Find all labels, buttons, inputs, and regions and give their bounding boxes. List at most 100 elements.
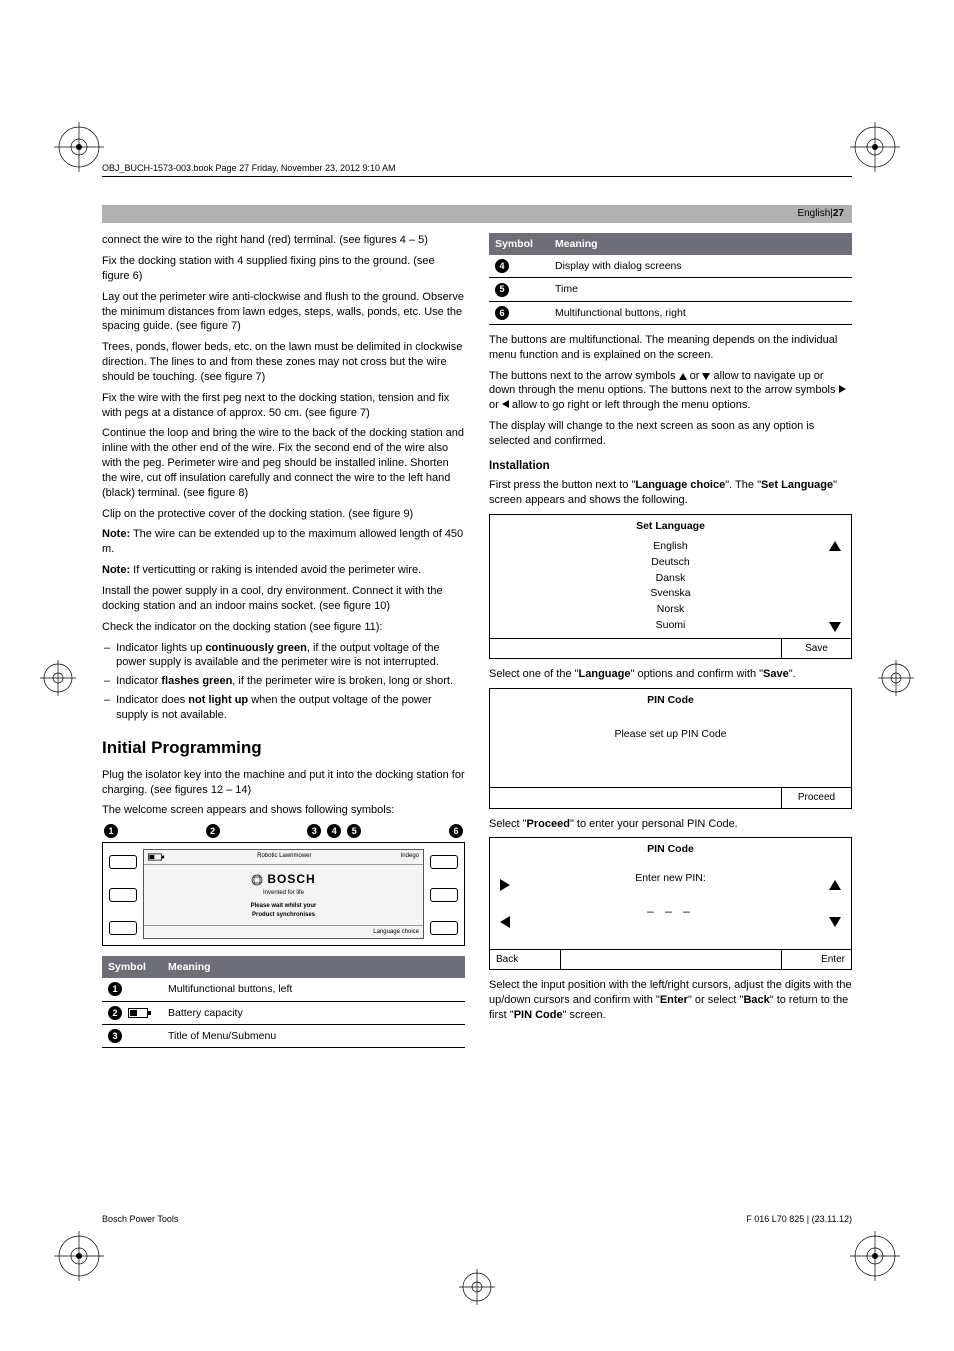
table-row: 5 Time <box>489 278 852 301</box>
brand-name: BOSCH <box>267 871 315 887</box>
callout-2: 2 <box>108 1006 122 1020</box>
crop-mark-br <box>850 1231 900 1281</box>
device-display: Robotic Lawnmower Indego BOSCH Invented … <box>143 849 424 939</box>
dialog-title: PIN Code <box>490 689 851 709</box>
arrow-left-icon <box>500 916 510 928</box>
callout-3: 3 <box>307 824 321 838</box>
crop-mark-tl <box>54 122 104 172</box>
right-column: Symbol Meaning 4 Display with dialog scr… <box>489 233 852 1056</box>
crop-mark-tr <box>850 122 900 172</box>
list-item: – Indicator lights up continuously green… <box>102 641 465 671</box>
list-item: – Indicator flashes green, if the perime… <box>102 674 465 689</box>
subsection-heading: Installation <box>489 459 852 475</box>
body-text: Check the indicator on the docking stati… <box>102 620 465 635</box>
note-text: Note: If verticutting or raking is inten… <box>102 563 465 578</box>
arrow-down-icon <box>829 622 841 632</box>
body-text: Continue the loop and bring the wire to … <box>102 426 465 500</box>
arrow-right-icon <box>839 385 846 393</box>
body-text: Plug the isolator key into the machine a… <box>102 768 465 798</box>
footer-left: Bosch Power Tools <box>102 1213 178 1225</box>
device-side-button <box>430 888 458 902</box>
arrow-down-icon <box>829 917 841 927</box>
page-number: 27 <box>833 207 844 221</box>
device-side-button <box>109 855 137 869</box>
body-text: connect the wire to the right hand (red)… <box>102 233 465 248</box>
body-text: The buttons are multifunctional. The mea… <box>489 333 852 363</box>
body-text: Select "Proceed" to enter your personal … <box>489 817 852 832</box>
callout-6: 6 <box>495 306 509 320</box>
reg-mark-left <box>40 660 76 696</box>
list-item: Suomi <box>498 618 843 634</box>
callout-4: 4 <box>495 259 509 273</box>
symbol-table-left: Symbol Meaning 1 Multifunctional buttons… <box>102 956 465 1048</box>
body-text: The welcome screen appears and shows fol… <box>102 803 465 818</box>
body-text: Clip on the protective cover of the dock… <box>102 507 465 522</box>
arrow-left-icon <box>502 400 509 408</box>
dialog-back-button: Back <box>490 950 560 970</box>
page-footer: Bosch Power Tools F 016 L70 825 | (23.11… <box>102 1207 852 1225</box>
header-language: English <box>797 207 830 221</box>
table-row: 6 Multifunctional buttons, right <box>489 301 852 324</box>
dialog-pin-enter: PIN Code Enter new PIN: – – – <box>489 837 852 970</box>
dialog-title: Set Language <box>490 515 851 535</box>
body-text: Fix the docking station with 4 supplied … <box>102 254 465 284</box>
dialog-prompt: Enter new PIN: <box>498 871 843 885</box>
language-list: English Deutsch Dansk Svenska Norsk Suom… <box>498 539 843 634</box>
table-header: Symbol <box>102 956 162 978</box>
battery-icon <box>128 1008 148 1018</box>
list-item: Dansk <box>498 571 843 587</box>
callout-2: 2 <box>206 824 220 838</box>
list-item: – Indicator does not light up when the o… <box>102 693 465 723</box>
reg-mark-bottom <box>459 1269 495 1305</box>
arrow-right-icon <box>500 879 510 891</box>
device-screen: Robotic Lawnmower Indego BOSCH Invented … <box>102 842 465 946</box>
left-column: connect the wire to the right hand (red)… <box>102 233 465 1056</box>
battery-icon <box>148 854 162 861</box>
table-header: Meaning <box>549 233 852 255</box>
body-text: First press the button next to "Language… <box>489 478 852 508</box>
bosch-logo-icon <box>251 874 263 886</box>
section-heading: Initial Programming <box>102 737 465 760</box>
list-item: Norsk <box>498 602 843 618</box>
body-text: The buttons next to the arrow symbols or… <box>489 369 852 414</box>
dialog-message: Please set up PIN Code <box>614 727 726 741</box>
callout-1: 1 <box>108 982 122 996</box>
table-row: 2 Battery capacity <box>102 1001 465 1024</box>
callout-6: 6 <box>449 824 463 838</box>
pin-slots: – – – <box>498 903 843 919</box>
body-text: Trees, ponds, flower beds, etc. on the l… <box>102 340 465 385</box>
arrow-up-icon <box>829 541 841 551</box>
arrow-up-icon <box>829 880 841 890</box>
dialog-save-button: Save <box>781 639 851 659</box>
list-item: Deutsch <box>498 555 843 571</box>
device-side-button <box>430 855 458 869</box>
dialog-pin-setup: PIN Code Please set up PIN Code Proceed <box>489 688 852 809</box>
arrow-up-icon <box>679 373 687 380</box>
note-text: Note: The wire can be extended up to the… <box>102 527 465 557</box>
symbol-table-right: Symbol Meaning 4 Display with dialog scr… <box>489 233 852 325</box>
page-content: OBJ_BUCH-1573-003.book Page 27 Friday, N… <box>102 130 852 1225</box>
device-side-button <box>430 921 458 935</box>
callout-1: 1 <box>104 824 118 838</box>
body-text: Select one of the "Language" options and… <box>489 667 852 682</box>
body-text: Lay out the perimeter wire anti-clockwis… <box>102 290 465 335</box>
callout-4: 4 <box>327 824 341 838</box>
table-header: Meaning <box>162 956 465 978</box>
page-header-bar: English | 27 <box>102 205 852 223</box>
device-side-button <box>109 888 137 902</box>
welcome-screen-diagram: 1 2 3 4 5 6 <box>102 824 465 946</box>
table-header: Symbol <box>489 233 549 255</box>
dialog-proceed-button: Proceed <box>781 788 851 808</box>
callout-5: 5 <box>347 824 361 838</box>
dialog-set-language: Set Language English Deutsch Dansk Svens… <box>489 514 852 659</box>
table-row: 3 Title of Menu/Submenu <box>102 1024 465 1047</box>
list-item: English <box>498 539 843 555</box>
table-row: 4 Display with dialog screens <box>489 255 852 278</box>
crop-mark-bl <box>54 1231 104 1281</box>
running-header: OBJ_BUCH-1573-003.book Page 27 Friday, N… <box>102 162 852 177</box>
body-text: The display will change to the next scre… <box>489 419 852 449</box>
list-item: Svenska <box>498 586 843 602</box>
body-text: Install the power supply in a cool, dry … <box>102 584 465 614</box>
device-side-button <box>109 921 137 935</box>
dialog-enter-button: Enter <box>781 950 851 970</box>
